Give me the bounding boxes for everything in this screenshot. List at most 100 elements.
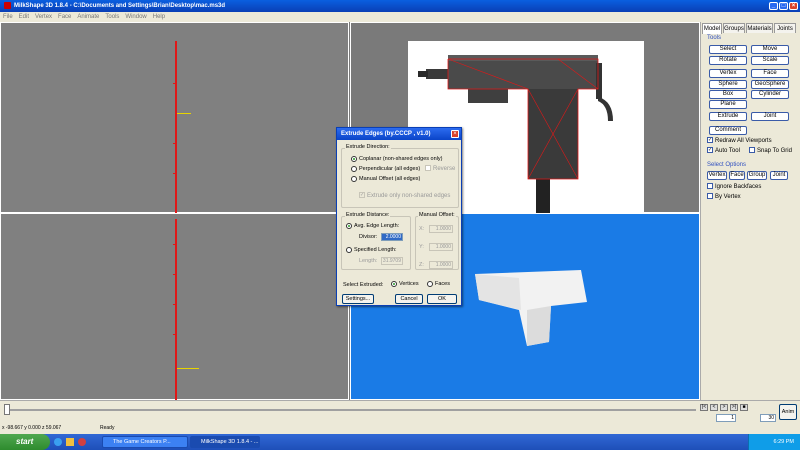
tab-joints[interactable]: Joints [774, 23, 796, 33]
viewport-top-left[interactable] [0, 22, 349, 214]
task-milkshape[interactable]: MilkShape 3D 1.8.4 - ... [190, 436, 260, 448]
vertex-tool-button[interactable]: Vertex [709, 69, 747, 78]
playback-controls: |< < > >| ■ [700, 404, 776, 412]
timeline-track[interactable] [6, 409, 696, 411]
move-tool-button[interactable]: Move [751, 45, 789, 54]
select-vertex-button[interactable]: Vertex [707, 171, 727, 180]
minimize-button[interactable]: _ [769, 2, 778, 10]
comment-tool-button[interactable]: Comment [709, 126, 747, 135]
model-wireframe-side [175, 41, 177, 214]
reverse-checkbox[interactable]: Reverse [425, 165, 455, 173]
status-text: Ready [100, 425, 115, 431]
scale-tool-button[interactable]: Scale [751, 56, 789, 65]
model-wireframe-top [175, 219, 177, 401]
task-game-creators[interactable]: The Game Creators P... [102, 436, 188, 448]
start-button[interactable]: start [0, 434, 50, 450]
current-frame-input[interactable]: 1 [716, 414, 736, 422]
perpendicular-radio[interactable]: Perpendicular (all edges) [351, 165, 420, 173]
windows-taskbar: start The Game Creators P... MilkShape 3… [0, 434, 800, 450]
rotate-tool-button[interactable]: Rotate [709, 56, 747, 65]
menu-animate[interactable]: Animate [74, 14, 102, 20]
explorer-icon[interactable] [66, 438, 74, 446]
axis-marker [177, 113, 191, 114]
manual-offset-radio[interactable]: Manual Offset (all edges) [351, 175, 420, 183]
coplanar-radio[interactable]: Coplanar (non-shared edges only) [351, 155, 442, 163]
status-bar: x -98.667 y 0.000 z 59.067 Ready [0, 423, 800, 434]
auto-tool-checkbox[interactable]: ✓ Auto Tool [707, 147, 740, 155]
vertex-marker [173, 143, 176, 144]
vertex-marker [173, 173, 176, 174]
tools-label: Tools [707, 35, 722, 41]
select-faces-radio[interactable]: Faces [427, 280, 450, 288]
ok-button[interactable]: OK [427, 294, 457, 304]
select-extruded-label: Select Extruded: [343, 282, 384, 288]
select-face-button[interactable]: Face [729, 171, 745, 180]
dialog-close-button[interactable]: × [451, 130, 459, 138]
sphere-tool-button[interactable]: Sphere [709, 80, 747, 89]
box-tool-button[interactable]: Box [709, 90, 747, 99]
stop-button[interactable]: ■ [740, 404, 748, 411]
first-frame-button[interactable]: |< [700, 404, 708, 411]
geosphere-tool-button[interactable]: GeoSphere [751, 80, 789, 89]
menu-help[interactable]: Help [150, 14, 168, 20]
y-label: Y: [419, 244, 424, 250]
tab-groups[interactable]: Groups [723, 23, 745, 33]
window-title: MilkShape 3D 1.8.4 - C:\Documents and Se… [14, 3, 226, 9]
menu-tools[interactable]: Tools [102, 14, 122, 20]
maximize-button[interactable]: □ [779, 2, 788, 10]
select-group-button[interactable]: Group [747, 171, 767, 180]
ignore-backfaces-checkbox[interactable]: Ignore Backfaces [707, 183, 761, 191]
offset-y-input[interactable]: 1.0000 [429, 243, 453, 251]
extrude-nonshared-checkbox[interactable]: ✓ Extrude only non-shared edges [359, 192, 450, 200]
menu-face[interactable]: Face [55, 14, 74, 20]
length-input[interactable]: 31.9709 [381, 257, 403, 265]
prev-frame-button[interactable]: < [710, 404, 718, 411]
offset-x-input[interactable]: 1.0000 [429, 225, 453, 233]
menu-vertex[interactable]: Vertex [32, 14, 55, 20]
specified-length-radio[interactable]: Specified Length: [346, 246, 397, 254]
vertex-marker [173, 274, 176, 275]
menu-window[interactable]: Window [122, 14, 149, 20]
menu-edit[interactable]: Edit [16, 14, 32, 20]
cancel-button[interactable]: Cancel [395, 294, 423, 304]
select-joint-button[interactable]: Joint [770, 171, 788, 180]
quicklaunch-icon[interactable] [78, 438, 86, 446]
plane-tool-button[interactable]: Plane [709, 100, 747, 109]
tab-materials[interactable]: Materials [746, 23, 773, 33]
redraw-all-checkbox[interactable]: ✓ Redraw All Viewports [707, 137, 772, 145]
next-frame-button[interactable]: >| [730, 404, 738, 411]
length-label: Length: [359, 258, 378, 264]
divisor-input[interactable]: 2.0000 [381, 233, 403, 241]
snap-to-grid-checkbox[interactable]: Snap To Grid [749, 147, 792, 155]
offset-z-input[interactable]: 1.0000 [429, 261, 453, 269]
cylinder-tool-button[interactable]: Cylinder [751, 90, 789, 99]
axis-marker [177, 368, 199, 369]
right-tool-panel: Model Groups Materials Joints Tools Sele… [700, 22, 800, 400]
select-tool-button[interactable]: Select [709, 45, 747, 54]
by-vertex-checkbox[interactable]: By Vertex [707, 193, 741, 201]
timeline-slider-handle[interactable] [4, 404, 10, 415]
anim-button[interactable]: Anim [779, 404, 797, 420]
close-button[interactable]: × [789, 2, 798, 10]
extrude-direction-legend: Extrude Direction: [345, 144, 391, 150]
tab-model[interactable]: Model [702, 23, 722, 34]
vertex-marker [173, 304, 176, 305]
animation-timeline: |< < > >| ■ 1 30 Anim [0, 400, 800, 423]
vertex-marker [173, 334, 176, 335]
ie-icon[interactable] [54, 438, 62, 446]
menu-file[interactable]: File [0, 14, 16, 20]
viewport-bottom-left[interactable] [0, 213, 349, 401]
settings-button[interactable]: Settings... [342, 294, 374, 304]
avg-edge-length-radio[interactable]: Avg. Edge Length: [346, 222, 399, 230]
play-button[interactable]: > [720, 404, 728, 411]
select-vertices-radio[interactable]: Vertices [391, 280, 419, 288]
joint-tool-button[interactable]: Joint [751, 112, 789, 121]
manual-offset-legend: Manual Offset: [418, 212, 456, 218]
face-tool-button[interactable]: Face [751, 69, 789, 78]
dialog-title: Extrude Edges (by.CCCP , v1.0) [337, 128, 461, 140]
app-icon [4, 1, 11, 9]
extrude-tool-button[interactable]: Extrude [709, 112, 747, 121]
x-label: X: [419, 226, 425, 232]
extrude-distance-legend: Extrude Distance: [345, 212, 391, 218]
total-frames-input[interactable]: 30 [760, 414, 776, 422]
